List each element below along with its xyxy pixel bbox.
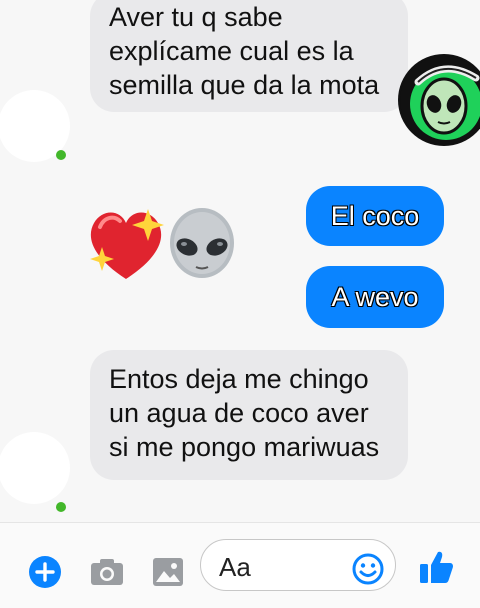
plus-button[interactable]	[28, 555, 62, 589]
message-incoming[interactable]: Entos deja me chingo un agua de coco ave…	[90, 350, 408, 480]
message-text: A wevo	[331, 282, 419, 312]
alien-emoji	[170, 208, 234, 278]
alien-logo-icon	[400, 56, 480, 144]
emoji-button[interactable]	[352, 553, 384, 585]
contact-avatar[interactable]	[0, 90, 70, 162]
message-composer: Aa	[0, 522, 480, 608]
message-text: Aver tu q sabe explícame cual es la semi…	[109, 2, 380, 100]
like-button[interactable]	[418, 549, 454, 585]
thumbs-up-icon	[420, 551, 454, 583]
message-input-placeholder: Aa	[219, 552, 251, 582]
camera-icon	[91, 559, 123, 585]
gallery-button[interactable]	[152, 557, 184, 587]
smiley-icon	[352, 553, 384, 585]
message-incoming[interactable]: Aver tu q sabe explícame cual es la semi…	[90, 0, 408, 112]
message-text: Entos deja me chingo un agua de coco ave…	[109, 364, 380, 462]
message-outgoing[interactable]: El coco	[306, 186, 444, 246]
contact-avatar[interactable]	[0, 432, 70, 512]
message-text: El coco	[330, 201, 420, 231]
sparkling-heart-emoji	[90, 209, 164, 279]
online-indicator	[56, 502, 66, 512]
plus-icon	[29, 556, 61, 588]
chat-thread: Aver tu q sabe explícame cual es la semi…	[0, 0, 480, 522]
message-outgoing[interactable]: A wevo	[306, 266, 444, 328]
image-icon	[153, 558, 183, 586]
online-indicator	[56, 150, 66, 160]
seen-avatar	[398, 54, 480, 146]
camera-button[interactable]	[90, 557, 124, 587]
emoji-message[interactable]	[86, 205, 246, 288]
